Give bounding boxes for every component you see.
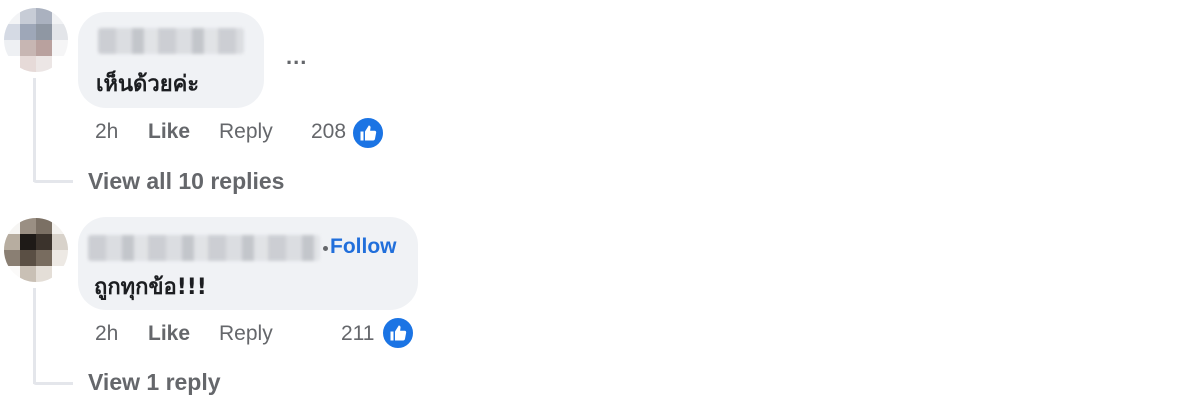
- avatar[interactable]: [4, 8, 68, 72]
- reaction-count[interactable]: 208: [311, 120, 346, 144]
- thread-line: [33, 180, 73, 183]
- thumbs-up-icon[interactable]: [351, 116, 385, 150]
- separator-dot: [323, 246, 328, 251]
- view-replies-link[interactable]: View 1 reply: [88, 369, 221, 396]
- comment-time[interactable]: 2h: [95, 322, 118, 346]
- thread-line: [33, 78, 36, 182]
- author-name[interactable]: [98, 28, 244, 54]
- thumbs-up-icon[interactable]: [381, 316, 415, 350]
- reaction-count[interactable]: 211: [341, 322, 374, 346]
- thread-line: [33, 288, 36, 384]
- author-name[interactable]: [88, 235, 320, 261]
- comment-time[interactable]: 2h: [95, 120, 118, 144]
- reply-button[interactable]: Reply: [219, 120, 273, 144]
- like-button[interactable]: Like: [148, 120, 190, 144]
- more-options-icon[interactable]: ...: [286, 44, 307, 70]
- comment-bubble: เห็นด้วยค่ะ: [78, 12, 264, 108]
- follow-button[interactable]: Follow: [330, 235, 397, 259]
- comment-bubble: Follow ถูกทุกข้อ!!!: [78, 217, 418, 310]
- like-button[interactable]: Like: [148, 322, 190, 346]
- avatar[interactable]: [4, 218, 68, 282]
- comment-text: ถูกทุกข้อ!!!: [94, 275, 207, 300]
- thread-line: [33, 382, 73, 385]
- reply-button[interactable]: Reply: [219, 322, 273, 346]
- view-replies-link[interactable]: View all 10 replies: [88, 168, 284, 195]
- comment-text: เห็นด้วยค่ะ: [96, 72, 200, 97]
